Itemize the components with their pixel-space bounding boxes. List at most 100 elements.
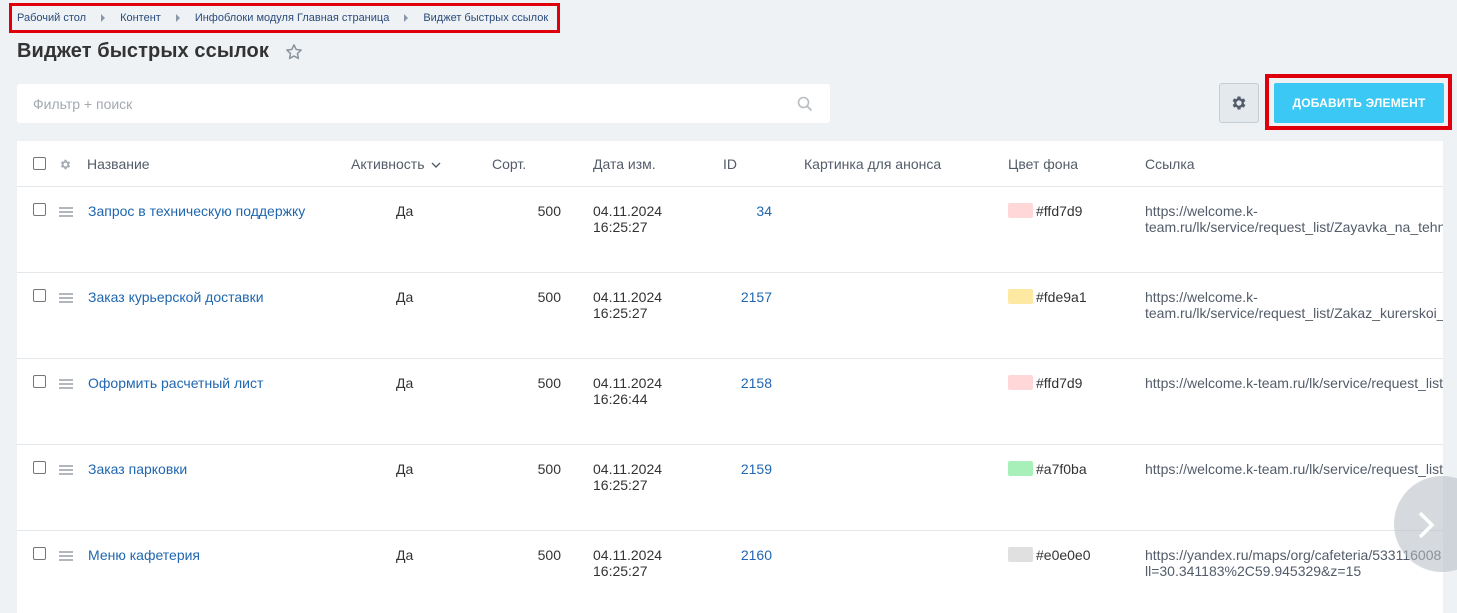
- table-row[interactable]: Заказ курьерской доставки Да 500 04.11.2…: [17, 273, 1443, 359]
- column-header-picture[interactable]: Картинка для анонса: [804, 156, 941, 172]
- star-icon[interactable]: [285, 43, 303, 61]
- row-link: https://welcome.k-team.ru/lk/service/req…: [1145, 375, 1443, 391]
- row-date-time: 16:25:27: [593, 219, 648, 235]
- row-date-time: 16:25:27: [593, 563, 648, 579]
- row-link-line2: team.ru/lk/service/request_list/Zakaz_ku…: [1145, 305, 1443, 321]
- page: Рабочий стол Контент Инфоблоки модуля Гл…: [0, 0, 1457, 613]
- row-checkbox[interactable]: [33, 547, 46, 560]
- row-sort: 500: [537, 461, 561, 477]
- color-swatch: [1008, 375, 1033, 390]
- breadcrumb-item-content[interactable]: Контент: [120, 12, 161, 24]
- row-bg-color-value: #e0e0e0: [1036, 547, 1091, 563]
- breadcrumb-item-iblocks[interactable]: Инфоблоки модуля Главная страница: [195, 12, 390, 24]
- row-bg-color-value: #ffd7d9: [1036, 375, 1083, 391]
- table-header: Название Активность Сорт. Дата изм. ID К…: [17, 141, 1443, 187]
- row-bg-color: #fde9a1: [1008, 289, 1087, 305]
- row-checkbox[interactable]: [33, 461, 46, 474]
- row-link: https://welcome.k- team.ru/lk/service/re…: [1145, 289, 1443, 321]
- filter-search-input[interactable]: Фильтр + поиск: [17, 84, 830, 123]
- row-date: 04.11.2024 16:25:27: [593, 289, 662, 321]
- column-header-sort[interactable]: Сорт.: [492, 156, 526, 172]
- gear-icon: [1232, 96, 1246, 110]
- row-link-line1: https://welcome.k-: [1145, 203, 1258, 219]
- color-swatch: [1008, 547, 1033, 562]
- row-date-day: 04.11.2024: [593, 289, 663, 305]
- row-sort: 500: [537, 547, 561, 563]
- breadcrumb-item-desktop[interactable]: Рабочий стол: [17, 12, 86, 24]
- drag-handle-icon[interactable]: [59, 207, 73, 217]
- table-row[interactable]: Оформить расчетный лист Да 500 04.11.202…: [17, 359, 1443, 445]
- row-name-link[interactable]: Заказ парковки: [88, 461, 187, 477]
- row-id-link[interactable]: 2159: [712, 461, 772, 477]
- column-header-bg-color[interactable]: Цвет фона: [1008, 156, 1078, 172]
- row-link: https://yandex.ru/maps/org/cafeteria/533…: [1145, 547, 1441, 579]
- row-sort: 500: [537, 375, 561, 391]
- row-active: Да: [396, 375, 414, 391]
- drag-handle-icon[interactable]: [59, 551, 73, 561]
- row-date-time: 16:25:27: [593, 305, 648, 321]
- row-active: Да: [396, 203, 414, 219]
- chevron-right-icon: [1418, 511, 1435, 539]
- row-name-link[interactable]: Заказ курьерской доставки: [88, 289, 264, 305]
- column-header-date[interactable]: Дата изм.: [593, 156, 656, 172]
- row-bg-color: #ffd7d9: [1008, 203, 1082, 219]
- color-swatch: [1008, 203, 1033, 218]
- drag-handle-icon[interactable]: [59, 293, 73, 303]
- table-row[interactable]: Меню кафетерия Да 500 04.11.2024 16:25:2…: [17, 531, 1443, 613]
- column-settings-gear-icon[interactable]: [59, 158, 72, 171]
- breadcrumb: Рабочий стол Контент Инфоблоки модуля Гл…: [9, 3, 560, 33]
- breadcrumb-item-current[interactable]: Виджет быстрых ссылок: [423, 12, 548, 24]
- row-bg-color: #e0e0e0: [1008, 547, 1091, 563]
- row-date: 04.11.2024 16:25:27: [593, 461, 662, 493]
- row-active: Да: [396, 289, 414, 305]
- row-date-time: 16:26:44: [593, 391, 648, 407]
- color-swatch: [1008, 461, 1033, 476]
- column-header-name[interactable]: Название: [87, 156, 150, 172]
- drag-handle-icon[interactable]: [59, 465, 73, 475]
- row-checkbox[interactable]: [33, 203, 46, 216]
- breadcrumb-separator-icon: [101, 14, 106, 22]
- row-bg-color-value: #fde9a1: [1036, 289, 1087, 305]
- breadcrumb-separator-icon: [404, 14, 409, 22]
- row-active: Да: [396, 547, 414, 563]
- row-name-link[interactable]: Запрос в техническую поддержку: [88, 203, 305, 219]
- row-date-day: 04.11.2024: [593, 547, 663, 563]
- row-name-link[interactable]: Оформить расчетный лист: [88, 375, 263, 391]
- row-date-time: 16:25:27: [593, 477, 648, 493]
- drag-handle-icon[interactable]: [59, 379, 73, 389]
- row-date-day: 04.11.2024: [593, 461, 663, 477]
- select-all-checkbox[interactable]: [33, 157, 46, 170]
- row-checkbox[interactable]: [33, 289, 46, 302]
- column-header-active-label: Активность: [351, 156, 425, 172]
- row-name-link[interactable]: Меню кафетерия: [88, 547, 200, 563]
- row-date: 04.11.2024 16:25:27: [593, 547, 662, 579]
- row-sort: 500: [537, 203, 561, 219]
- row-link-line1: https://welcome.k-team.ru/lk/service/req…: [1145, 375, 1443, 391]
- column-header-active[interactable]: Активность: [351, 156, 441, 172]
- row-checkbox[interactable]: [33, 375, 46, 388]
- table-row[interactable]: Заказ парковки Да 500 04.11.2024 16:25:2…: [17, 445, 1443, 531]
- settings-button[interactable]: [1219, 83, 1259, 123]
- row-date: 04.11.2024 16:26:44: [593, 375, 662, 407]
- table-row[interactable]: Запрос в техническую поддержку Да 500 04…: [17, 187, 1443, 273]
- breadcrumb-separator-icon: [175, 14, 180, 22]
- row-link-line1: https://welcome.k-team.ru/lk/service/req…: [1145, 461, 1443, 477]
- row-id-link[interactable]: 2157: [712, 289, 772, 305]
- row-id-link[interactable]: 2160: [712, 547, 772, 563]
- row-bg-color: #ffd7d9: [1008, 375, 1082, 391]
- row-link: https://welcome.k- team.ru/lk/service/re…: [1145, 203, 1443, 235]
- row-link: https://welcome.k-team.ru/lk/service/req…: [1145, 461, 1443, 477]
- row-id-link[interactable]: 2158: [712, 375, 772, 391]
- row-bg-color-value: #ffd7d9: [1036, 203, 1083, 219]
- row-link-line2: team.ru/lk/service/request_list/Zayavka_…: [1145, 219, 1443, 235]
- page-title: Виджет быстрых ссылок: [17, 40, 269, 62]
- row-date-day: 04.11.2024: [593, 203, 663, 219]
- row-link-line1: https://yandex.ru/maps/org/cafeteria/533…: [1145, 547, 1442, 563]
- filter-placeholder: Фильтр + поиск: [33, 95, 133, 112]
- column-header-link[interactable]: Ссылка: [1145, 156, 1195, 172]
- color-swatch: [1008, 289, 1033, 304]
- search-icon[interactable]: [797, 96, 813, 112]
- add-element-button[interactable]: ДОБАВИТЬ ЭЛЕМЕНТ: [1274, 83, 1444, 123]
- row-id-link[interactable]: 34: [712, 203, 772, 219]
- column-header-id[interactable]: ID: [723, 156, 737, 172]
